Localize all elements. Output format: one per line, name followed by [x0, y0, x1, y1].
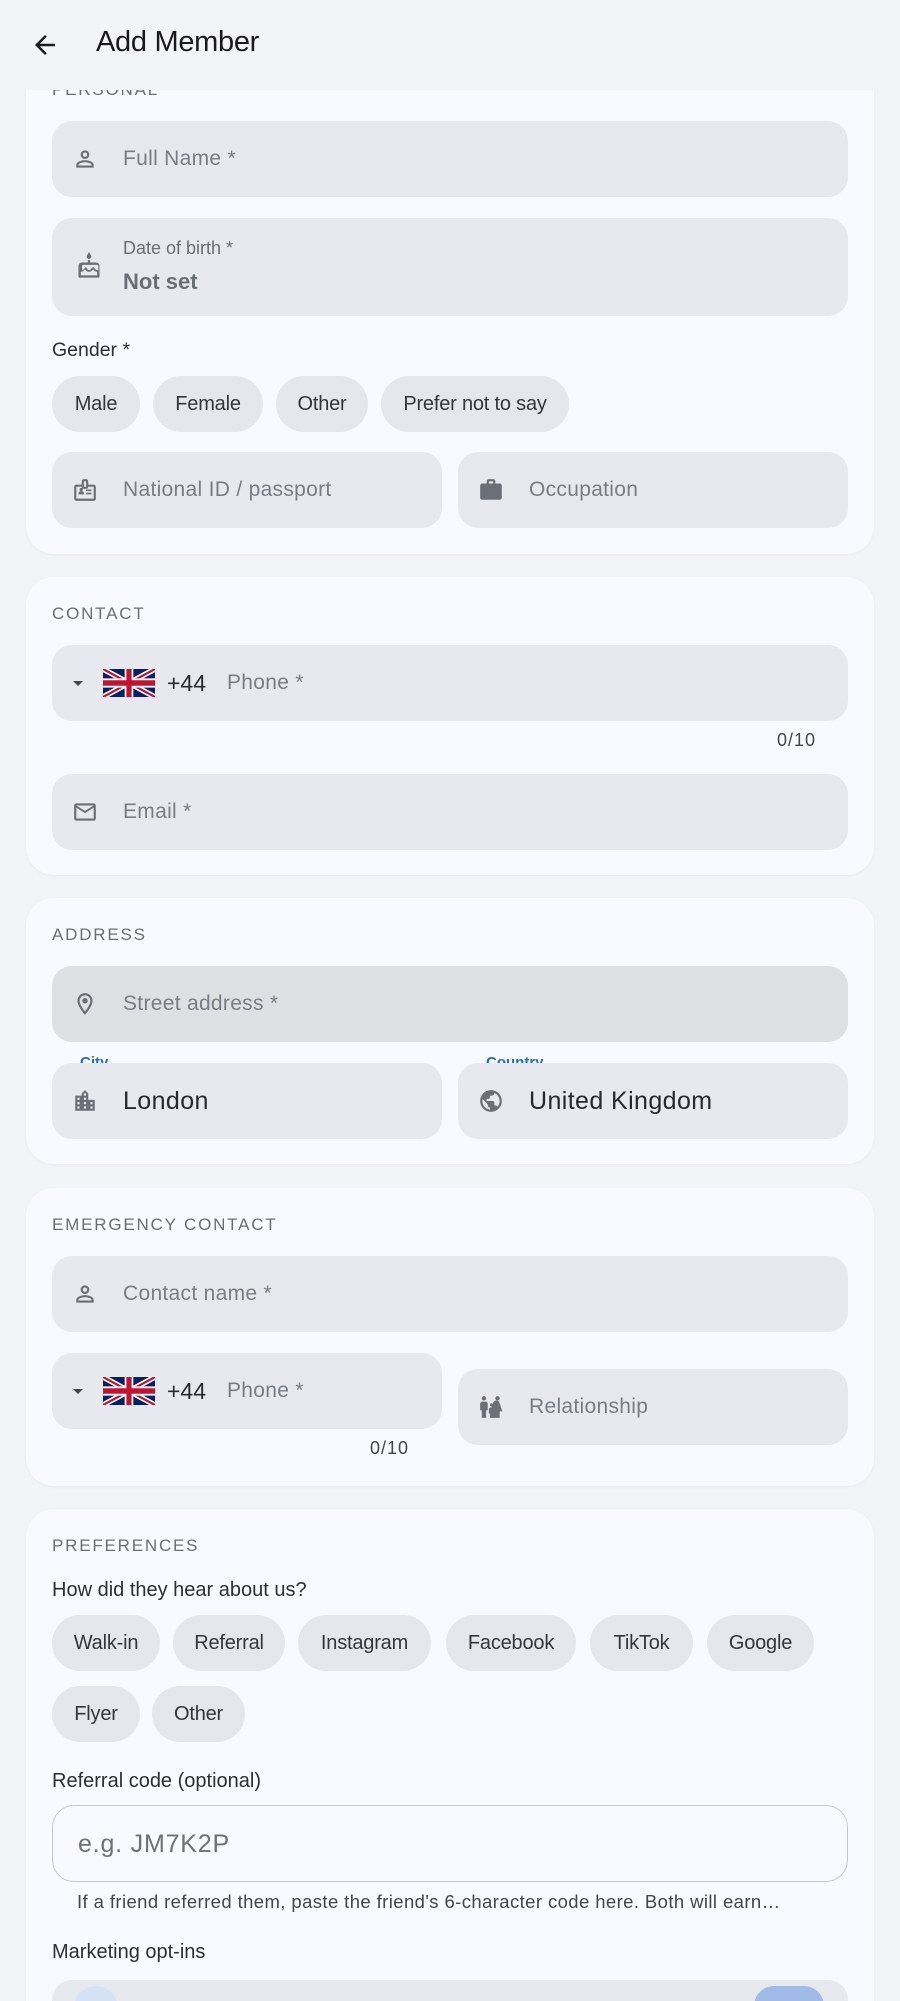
gender-label: Gender *	[52, 339, 131, 361]
uk-flag-icon	[103, 1377, 155, 1405]
hear-chip-other[interactable]: Other	[152, 1686, 245, 1742]
country-field[interactable]: United Kingdom	[458, 1063, 848, 1139]
hear-chip-google[interactable]: Google	[707, 1615, 814, 1671]
location-pin-icon	[70, 989, 100, 1019]
briefcase-icon	[476, 475, 506, 505]
referral-code-placeholder: e.g. JM7K2P	[78, 1830, 230, 1858]
emergency-contact-card: EMERGENCY CONTACT Contact name * +44 Pho…	[26, 1188, 874, 1486]
section-label-address: ADDRESS	[52, 925, 147, 944]
occupation-placeholder: Occupation	[529, 478, 639, 501]
section-label-emergency: EMERGENCY CONTACT	[52, 1215, 278, 1234]
country-value: United Kingdom	[529, 1086, 713, 1115]
dob-value: Not set	[123, 269, 198, 294]
national-id-field[interactable]: National ID / passport	[52, 452, 442, 528]
gender-chip-female[interactable]: Female	[153, 376, 263, 432]
hear-chip-flyer[interactable]: Flyer	[52, 1686, 140, 1742]
city-field[interactable]: London	[52, 1063, 442, 1139]
hear-chip-facebook[interactable]: Facebook	[446, 1615, 576, 1671]
country-dropdown[interactable]	[66, 1379, 90, 1403]
emergency-phone-counter: 0/10	[370, 1438, 410, 1458]
page-title: Add Member	[96, 26, 260, 58]
emergency-phone-placeholder: Phone *	[227, 1379, 304, 1402]
street-address-field[interactable]: Street address *	[52, 966, 848, 1042]
referral-helper-text: If a friend referred them, paste the fri…	[77, 1891, 781, 1912]
dial-code: +44	[167, 670, 207, 696]
phone-placeholder: Phone *	[227, 671, 304, 694]
dob-label: Date of birth *	[123, 238, 234, 258]
person-icon	[70, 144, 100, 174]
emergency-phone-field[interactable]: +44 Phone *	[52, 1353, 442, 1429]
person-icon	[70, 1279, 100, 1309]
optin-avatar-icon	[74, 1986, 118, 2001]
referral-code-label: Referral code (optional)	[52, 1770, 261, 1792]
email-field[interactable]: Email *	[52, 774, 848, 850]
phone-field[interactable]: +44 Phone *	[52, 645, 848, 721]
section-label-preferences: PREFERENCES	[52, 1536, 200, 1555]
personal-card: PERSONAL Full Name * Date of birth * Not…	[26, 40, 874, 554]
gender-chip-prefer-not[interactable]: Prefer not to say	[381, 376, 569, 432]
dropdown-arrow-icon	[73, 1389, 83, 1394]
national-id-placeholder: National ID / passport	[123, 478, 332, 501]
contact-name-placeholder: Contact name *	[123, 1282, 272, 1305]
street-address-placeholder: Street address *	[123, 992, 279, 1015]
email-placeholder: Email *	[123, 800, 192, 823]
contact-card: CONTACT +44 Phone * 0/10 Email *	[26, 577, 874, 875]
arrow-back-icon[interactable]	[26, 26, 64, 64]
relationship-placeholder: Relationship	[529, 1395, 649, 1418]
hear-chip-walk-in[interactable]: Walk-in	[52, 1615, 160, 1671]
optin-toggle[interactable]	[754, 1986, 824, 2001]
cake-icon	[74, 251, 104, 281]
family-icon	[476, 1392, 506, 1422]
mail-icon	[70, 797, 100, 827]
uk-flag-icon	[103, 669, 155, 697]
hear-about-label: How did they hear about us?	[52, 1579, 307, 1601]
city-value: London	[123, 1086, 209, 1115]
hear-chip-tiktok[interactable]: TikTok	[590, 1615, 693, 1671]
city-icon	[70, 1086, 100, 1116]
section-label-contact: CONTACT	[52, 604, 146, 623]
full-name-placeholder: Full Name *	[123, 147, 236, 170]
gender-chip-other[interactable]: Other	[276, 376, 368, 432]
referral-code-input[interactable]: e.g. JM7K2P	[52, 1805, 848, 1882]
relationship-field[interactable]: Relationship	[458, 1369, 848, 1445]
occupation-field[interactable]: Occupation	[458, 452, 848, 528]
preferences-card: PREFERENCES How did they hear about us? …	[26, 1509, 874, 2001]
dial-code: +44	[167, 1378, 207, 1404]
hear-chip-instagram[interactable]: Instagram	[298, 1615, 431, 1671]
marketing-optin-row[interactable]	[52, 1980, 848, 2001]
globe-icon	[476, 1086, 506, 1116]
gender-chip-male[interactable]: Male	[52, 376, 140, 432]
address-card: ADDRESS Street address * City London Cou…	[26, 898, 874, 1164]
phone-counter: 0/10	[777, 730, 817, 750]
country-dropdown[interactable]	[66, 671, 90, 695]
full-name-field[interactable]: Full Name *	[52, 121, 848, 197]
marketing-optins-label: Marketing opt-ins	[52, 1941, 206, 1963]
app-bar: Add Member	[0, 0, 900, 90]
hear-chip-referral[interactable]: Referral	[173, 1615, 285, 1671]
badge-icon	[70, 475, 100, 505]
date-of-birth-field[interactable]: Date of birth * Not set	[52, 218, 848, 316]
dropdown-arrow-icon	[73, 681, 83, 686]
contact-name-field[interactable]: Contact name *	[52, 1256, 848, 1332]
